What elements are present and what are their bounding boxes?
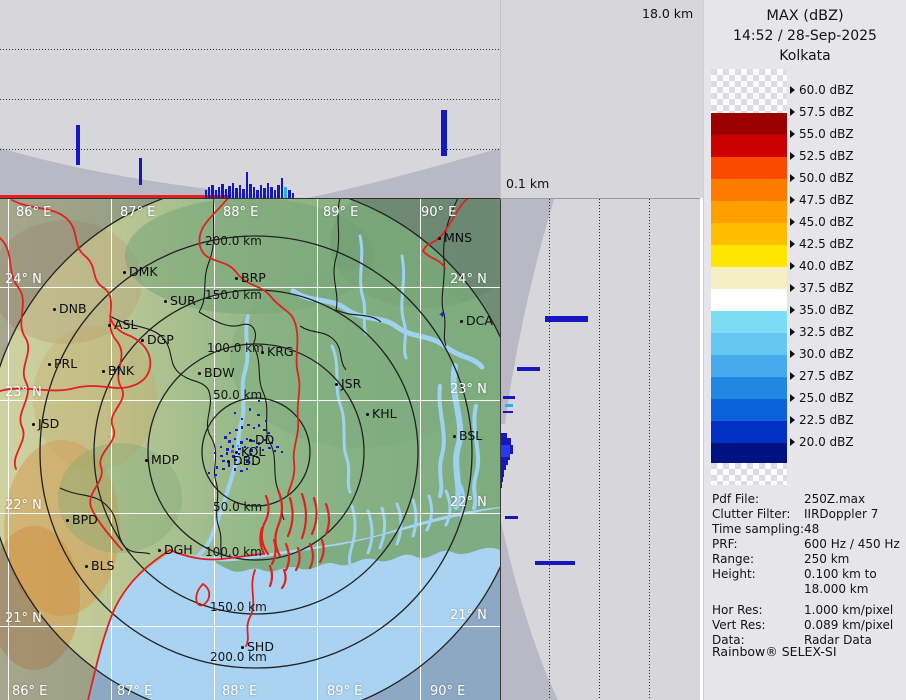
scale-label: 60.0 dBZ xyxy=(790,83,854,97)
legend-header: MAX (dBZ) 14:52 / 28-Sep-2025 Kolkata xyxy=(704,6,906,66)
scale-label: 57.5 dBZ xyxy=(790,105,854,119)
radar-site-name: Kolkata xyxy=(779,48,831,64)
meta-value: IIRDoppler 7 xyxy=(804,507,879,521)
scale-band xyxy=(711,135,787,157)
scale-label: 30.0 dBZ xyxy=(790,347,854,361)
scale-label: 52.5 dBZ xyxy=(790,149,854,163)
scale-arrow-icon xyxy=(790,394,795,402)
meta-row: PRF: 600 Hz / 450 Hz xyxy=(712,537,904,552)
scale-arrow-icon xyxy=(790,86,795,94)
map-graphics xyxy=(0,198,500,700)
meta-label: Time sampling: xyxy=(712,522,805,536)
meta-row: Vert Res: 0.089 km/pixel xyxy=(712,618,904,633)
scale-arrow-icon xyxy=(790,438,795,446)
product-datetime: 14:52 / 28-Sep-2025 xyxy=(733,28,877,44)
scale-label: 32.5 dBZ xyxy=(790,325,854,339)
meta-value: 250 km xyxy=(804,552,850,566)
meta-row: Range: 250 km xyxy=(712,552,904,567)
scale-label: 45.0 dBZ xyxy=(790,215,854,229)
meta-row: Pdf File: 250Z.max xyxy=(712,492,904,507)
scale-label: 25.0 dBZ xyxy=(790,391,854,405)
meta-value: 250Z.max xyxy=(804,492,866,506)
scale-band xyxy=(711,399,787,421)
right-profile-plot xyxy=(500,199,650,700)
scale-band xyxy=(711,421,787,443)
scale-label: 47.5 dBZ xyxy=(790,193,854,207)
scale-band xyxy=(711,157,787,179)
meta-value: 0.089 km/pixel xyxy=(804,618,894,632)
scale-arrow-icon xyxy=(790,174,795,182)
scale-label: 42.5 dBZ xyxy=(790,237,854,251)
legend-panel: MAX (dBZ) 14:52 / 28-Sep-2025 Kolkata 60… xyxy=(703,0,906,700)
scale-label: 50.0 dBZ xyxy=(790,171,854,185)
meta-row: Hor Res: 1.000 km/pixel xyxy=(712,603,904,618)
meta-value: 600 Hz / 450 Hz xyxy=(804,537,900,551)
scale-label: 55.0 dBZ xyxy=(790,127,854,141)
radar-display-window: 18.0 km 0.1 km 200.0 km 150.0 km 100.0 k… xyxy=(0,0,906,700)
scale-band xyxy=(711,69,787,113)
legend-meta: Pdf File: 250Z.max Clutter Filter: IIRDoppl… xyxy=(712,492,904,648)
scale-band xyxy=(711,463,787,485)
scale-band xyxy=(711,355,787,377)
scale-arrow-icon xyxy=(790,196,795,204)
scale-arrow-icon xyxy=(790,262,795,270)
scale-label: 27.5 dBZ xyxy=(790,369,854,383)
product-title: MAX (dBZ) xyxy=(766,8,844,24)
scale-arrow-icon xyxy=(790,284,795,292)
scale-labels: 60.0 dBZ 57.5 dBZ 55.0 dBZ 52.5 dBZ 50.0 dBZ… xyxy=(790,69,902,489)
top-height-profile-panel: 18.0 km 0.1 km xyxy=(0,0,703,198)
scale-label: 22.5 dBZ xyxy=(790,413,854,427)
scale-band xyxy=(711,245,787,267)
scale-label: 40.0 dBZ xyxy=(790,259,854,273)
right-height-profile-panel xyxy=(500,198,700,700)
scale-arrow-icon xyxy=(790,152,795,160)
scale-band xyxy=(711,223,787,245)
scale-arrow-icon xyxy=(790,372,795,380)
scale-band xyxy=(711,377,787,399)
scale-band xyxy=(711,289,787,311)
scale-arrow-icon xyxy=(790,108,795,116)
scale-label: 35.0 dBZ xyxy=(790,303,854,317)
scale-label: 37.5 dBZ xyxy=(790,281,854,295)
scale-arrow-icon xyxy=(790,218,795,226)
scale-band xyxy=(711,333,787,355)
scale-swatches xyxy=(711,69,787,485)
scale-arrow-icon xyxy=(790,416,795,424)
scale-band xyxy=(711,179,787,201)
meta-row: Height: 0.100 km to 18.000 km xyxy=(712,567,904,597)
meta-label: Clutter Filter: xyxy=(712,507,791,521)
radar-map-panel: 200.0 km 150.0 km 100.0 km 50.0 km 50.0 km 10… xyxy=(0,198,500,700)
meta-label: Hor Res: xyxy=(712,603,763,617)
meta-value: 1.000 km/pixel xyxy=(804,603,894,617)
scale-arrow-icon xyxy=(790,130,795,138)
height-axis-max-label: 18.0 km xyxy=(642,6,694,21)
meta-label: PRF: xyxy=(712,537,738,551)
scale-band xyxy=(711,201,787,223)
scale-label: 20.0 dBZ xyxy=(790,435,854,449)
meta-row: Clutter Filter: IIRDoppler 7 xyxy=(712,507,904,522)
scale-arrow-icon xyxy=(790,240,795,248)
top-profile-plot xyxy=(0,0,501,198)
meta-value: 48 xyxy=(804,522,820,536)
meta-label: Range: xyxy=(712,552,755,566)
scale-arrow-icon xyxy=(790,328,795,336)
scale-band xyxy=(711,267,787,289)
scale-arrow-icon xyxy=(790,350,795,358)
scale-band xyxy=(711,113,787,135)
scale-band xyxy=(711,443,787,463)
scale-band xyxy=(711,311,787,333)
meta-label: Vert Res: xyxy=(712,618,766,632)
meta-row: Time sampling: 48 xyxy=(712,522,904,537)
meta-value: 0.100 km to 18.000 km xyxy=(804,567,877,596)
meta-label: Height: xyxy=(712,567,756,581)
height-axis-min-label: 0.1 km xyxy=(506,176,550,191)
scale-arrow-icon xyxy=(790,306,795,314)
software-brand: Rainbow® SELEX-SI xyxy=(712,644,837,659)
meta-label: Pdf File: xyxy=(712,492,760,506)
